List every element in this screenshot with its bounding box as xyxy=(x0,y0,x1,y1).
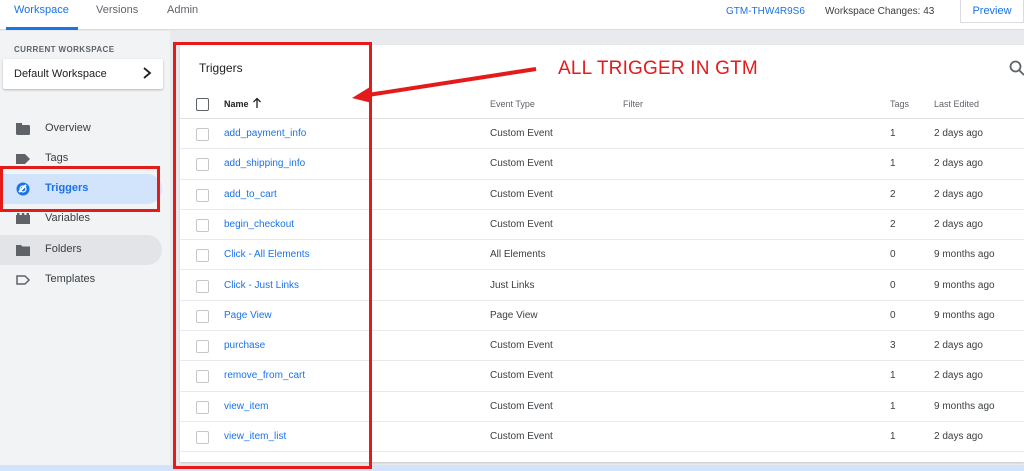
tab-workspace[interactable]: Workspace xyxy=(14,4,69,16)
search-icon[interactable] xyxy=(1009,60,1024,76)
event-type: Custom Event xyxy=(490,128,553,139)
template-icon xyxy=(16,275,31,285)
tag-count: 2 xyxy=(890,188,896,200)
event-type: Custom Event xyxy=(490,431,553,442)
last-edited: 2 days ago xyxy=(934,340,983,352)
tab-admin[interactable]: Admin xyxy=(167,4,198,16)
workspace-selector[interactable]: Default Workspace xyxy=(3,59,163,89)
sidebar: CURRENT WORKSPACE Default Workspace Over… xyxy=(0,31,170,471)
tag-count: 0 xyxy=(890,279,896,291)
sidebar-item-label: Overview xyxy=(45,122,91,134)
event-type: Custom Event xyxy=(490,158,553,170)
sidebar-item-overview[interactable]: Overview xyxy=(0,114,162,144)
event-type: Custom Event xyxy=(490,370,553,382)
tab-versions[interactable]: Versions xyxy=(96,4,138,16)
current-workspace-label: CURRENT WORKSPACE xyxy=(14,45,115,54)
chevron-right-icon xyxy=(143,67,152,79)
last-edited: 2 days ago xyxy=(934,431,983,442)
tag-count: 3 xyxy=(890,340,896,352)
tag-count: 0 xyxy=(890,309,896,321)
event-type: Page View xyxy=(490,309,538,321)
last-edited: 9 months ago xyxy=(934,249,995,261)
tag-count: 1 xyxy=(890,128,896,139)
sidebar-item-label: Folders xyxy=(45,243,82,255)
event-type: Custom Event xyxy=(490,340,553,352)
active-tab-indicator xyxy=(6,27,78,30)
sidebar-item-folders[interactable]: Folders xyxy=(0,235,162,265)
bottom-strip xyxy=(0,465,1024,471)
container-id-link[interactable]: GTM-THW4R9S6 xyxy=(726,6,805,17)
annotation-text: ALL TRIGGER IN GTM xyxy=(558,58,758,79)
sidebar-item-templates[interactable]: Templates xyxy=(0,265,162,295)
tag-count: 1 xyxy=(890,400,896,412)
column-header-last-edited[interactable]: Last Edited xyxy=(934,99,979,109)
last-edited: 9 months ago xyxy=(934,309,995,321)
overview-icon xyxy=(16,123,30,135)
preview-button[interactable]: Preview xyxy=(960,0,1024,23)
last-edited: 2 days ago xyxy=(934,188,983,200)
top-bar: Workspace Versions Admin GTM-THW4R9S6 Wo… xyxy=(0,0,1024,30)
sidebar-item-label: Variables xyxy=(45,212,91,224)
last-edited: 2 days ago xyxy=(934,158,983,170)
tag-count: 0 xyxy=(890,249,896,261)
column-header-filter: Filter xyxy=(623,99,643,109)
event-type: Just Links xyxy=(490,279,535,291)
sidebar-item-label: Tags xyxy=(45,152,69,164)
annotation-arrow-icon xyxy=(352,67,537,103)
tag-icon xyxy=(16,154,30,164)
tag-count: 1 xyxy=(890,158,896,170)
last-edited: 9 months ago xyxy=(934,400,995,412)
last-edited: 2 days ago xyxy=(934,128,983,139)
workspace-name: Default Workspace xyxy=(14,68,107,80)
last-edited: 2 days ago xyxy=(934,218,983,230)
event-type: All Elements xyxy=(490,249,546,261)
folder-icon xyxy=(16,245,30,256)
last-edited: 2 days ago xyxy=(934,370,983,382)
event-type: Custom Event xyxy=(490,188,553,200)
annotation-box-triggers-nav xyxy=(0,166,160,212)
tag-count: 2 xyxy=(890,218,896,230)
event-type: Custom Event xyxy=(490,218,553,230)
tag-count: 1 xyxy=(890,431,896,442)
event-type: Custom Event xyxy=(490,400,553,412)
last-edited: 9 months ago xyxy=(934,279,995,291)
sidebar-item-label: Templates xyxy=(45,273,96,285)
column-header-tags[interactable]: Tags xyxy=(890,99,909,109)
workspace-changes-count: Workspace Changes: 43 xyxy=(825,6,935,17)
variables-icon xyxy=(16,213,30,224)
tag-count: 1 xyxy=(890,370,896,382)
